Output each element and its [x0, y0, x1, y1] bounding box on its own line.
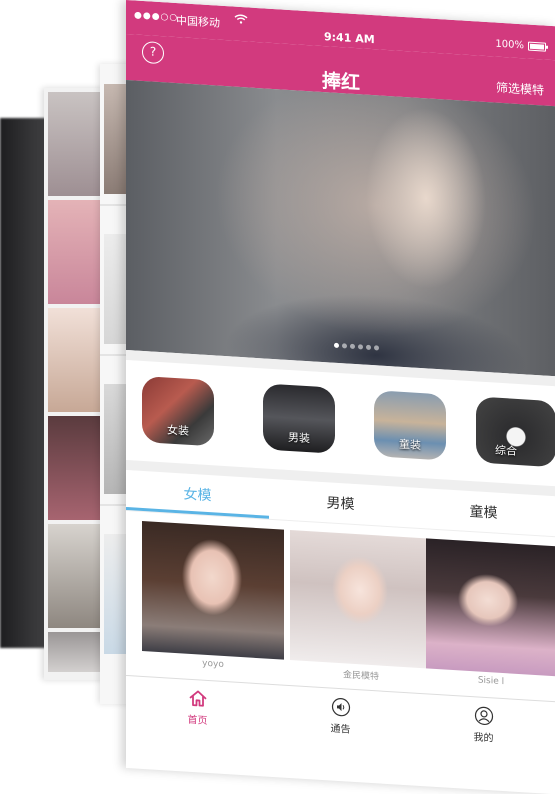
- background-thumb: [48, 92, 102, 196]
- banner-carousel[interactable]: [126, 80, 555, 377]
- category-label: 童装: [399, 437, 421, 453]
- filter-models-button[interactable]: 筛选模特: [496, 79, 544, 99]
- carousel-dot[interactable]: [350, 343, 355, 350]
- background-thumb: [48, 524, 102, 628]
- category-menswear[interactable]: 男装: [263, 383, 335, 454]
- carousel-dot[interactable]: [334, 342, 339, 349]
- carrier-name: 中国移动: [176, 14, 220, 30]
- signal-strength: ●●●○○: [134, 10, 179, 24]
- model-card[interactable]: Sisie l: [426, 538, 555, 697]
- model-card[interactable]: yoyo: [142, 520, 284, 680]
- app-screen: ●●●○○ 中国移动 9:41 AM 100% ? 捧红 筛选模特 女装 男装 …: [126, 0, 555, 794]
- tab-label: 首页: [187, 714, 208, 727]
- status-time: 9:41 AM: [324, 30, 375, 47]
- category-label: 男装: [288, 430, 310, 446]
- tab-home[interactable]: 首页: [126, 684, 269, 731]
- tab-male-models[interactable]: 男模: [269, 489, 412, 518]
- battery-percent: 100%: [495, 38, 524, 52]
- tab-child-models[interactable]: 童模: [412, 497, 555, 526]
- profile-icon: [474, 706, 493, 725]
- model-grid: yoyo 金民模特 Sisie l: [126, 512, 555, 697]
- carousel-dot[interactable]: [342, 343, 347, 349]
- battery-icon: [528, 41, 546, 52]
- carousel-dot[interactable]: [358, 344, 363, 350]
- model-photo: [142, 520, 284, 660]
- tab-profile[interactable]: 我的: [412, 701, 555, 748]
- tab-female-models[interactable]: 女模: [126, 480, 269, 509]
- background-app-screen-back: [44, 88, 106, 680]
- tab-announcements[interactable]: 通告: [269, 693, 412, 740]
- tab-label: 通告: [330, 723, 351, 736]
- background-thumb: [48, 632, 102, 672]
- background-thumb: [48, 200, 102, 304]
- model-photo: [290, 530, 432, 669]
- category-misc[interactable]: 综合: [476, 396, 555, 468]
- model-photo: [426, 538, 555, 677]
- carousel-indicator[interactable]: [334, 342, 379, 351]
- carousel-dot[interactable]: [366, 344, 371, 350]
- speaker-icon: [331, 698, 350, 717]
- category-label: 女装: [167, 423, 189, 438]
- battery-level: [530, 43, 544, 50]
- model-card[interactable]: 金民模特: [290, 530, 432, 689]
- category-label: 综合: [495, 443, 517, 458]
- background-thumb: [48, 308, 102, 412]
- carousel-dot[interactable]: [374, 345, 379, 351]
- background-thumb: [48, 416, 102, 520]
- wifi-icon: [234, 14, 248, 28]
- tab-label: 我的: [473, 732, 494, 745]
- category-kidswear[interactable]: 童装: [374, 390, 446, 461]
- category-womenswear[interactable]: 女装: [142, 375, 214, 447]
- home-icon: [188, 690, 207, 707]
